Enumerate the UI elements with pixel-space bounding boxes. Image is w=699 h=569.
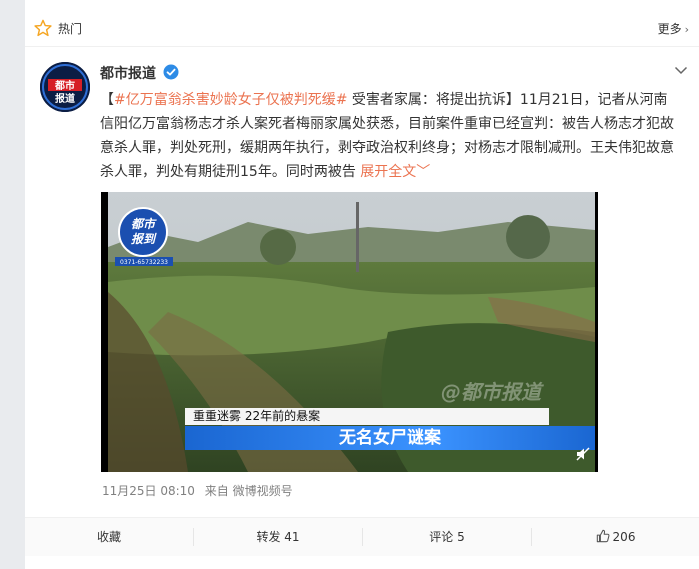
badge-phone: 0371-65732233: [120, 259, 168, 266]
expand-link[interactable]: 展开全文﹀: [360, 164, 430, 180]
post-text: 【#亿万富翁杀害妙龄女子仅被判死缓# 受害者家属：将提出抗诉】11月21日，记者…: [100, 88, 675, 184]
channel-badge-icon: 都市 报到 0371-65732233: [115, 207, 173, 266]
star-outline-icon: [34, 19, 52, 37]
avatar-line2: 报道: [55, 92, 75, 105]
chevron-down-icon[interactable]: [673, 62, 689, 78]
author-name[interactable]: 都市报道: [100, 63, 156, 83]
video-watermark: @都市报道: [441, 380, 541, 404]
more-label: 更多: [657, 22, 682, 36]
post-meta: 11月25日 08:10 来自 微博视频号: [102, 482, 293, 499]
timestamp[interactable]: 11月25日 08:10: [102, 484, 195, 498]
like-count: 206: [612, 530, 636, 544]
topic-link[interactable]: #亿万富翁杀害妙龄女子仅被判死缓#: [114, 92, 347, 108]
action-bar: 收藏 转发 41 评论 5 206: [25, 517, 699, 556]
avatar-line1: 都市: [54, 79, 75, 92]
repost-label: 转发 41: [256, 530, 300, 544]
comment-button[interactable]: 评论 5: [363, 518, 531, 556]
avatar-logo-icon: 都市 报道: [40, 62, 90, 112]
hot-label: 热门: [58, 22, 83, 36]
subtitle-main: 无名女尸谜案: [185, 426, 595, 450]
badge-line2: 报到: [131, 232, 157, 246]
favorite-button[interactable]: 收藏: [25, 518, 193, 556]
chevron-down-small-icon: ﹀: [416, 164, 431, 180]
avatar[interactable]: 都市 报道: [40, 62, 90, 112]
expand-label: 展开全文: [360, 164, 417, 180]
favorite-label: 收藏: [96, 530, 121, 544]
badge-line1: 都市: [131, 217, 157, 231]
more-link[interactable]: 更多 ›: [658, 20, 689, 37]
comment-label: 评论 5: [429, 530, 465, 544]
mute-icon[interactable]: [575, 446, 591, 462]
video-player[interactable]: 都市 报到 0371-65732233 @都市报道 重重迷雾 22年前的悬案 无…: [101, 192, 598, 472]
verified-badge-icon: [163, 64, 179, 80]
chevron-right-icon: ›: [684, 23, 689, 36]
thumbs-up-icon: [596, 529, 610, 543]
source[interactable]: 来自 微博视频号: [205, 484, 293, 498]
like-button[interactable]: 206: [532, 518, 699, 556]
hot-header: 热门 更多 ›: [25, 10, 699, 47]
weibo-card: 热门 更多 › 都市 报道 都市报道 【#亿万富翁杀害妙龄女子仅被判死缓# 受害者…: [25, 0, 699, 569]
repost-button[interactable]: 转发 41: [194, 518, 362, 556]
subtitle-top: 重重迷雾 22年前的悬案: [185, 408, 549, 425]
bracket-open: 【: [100, 92, 114, 108]
